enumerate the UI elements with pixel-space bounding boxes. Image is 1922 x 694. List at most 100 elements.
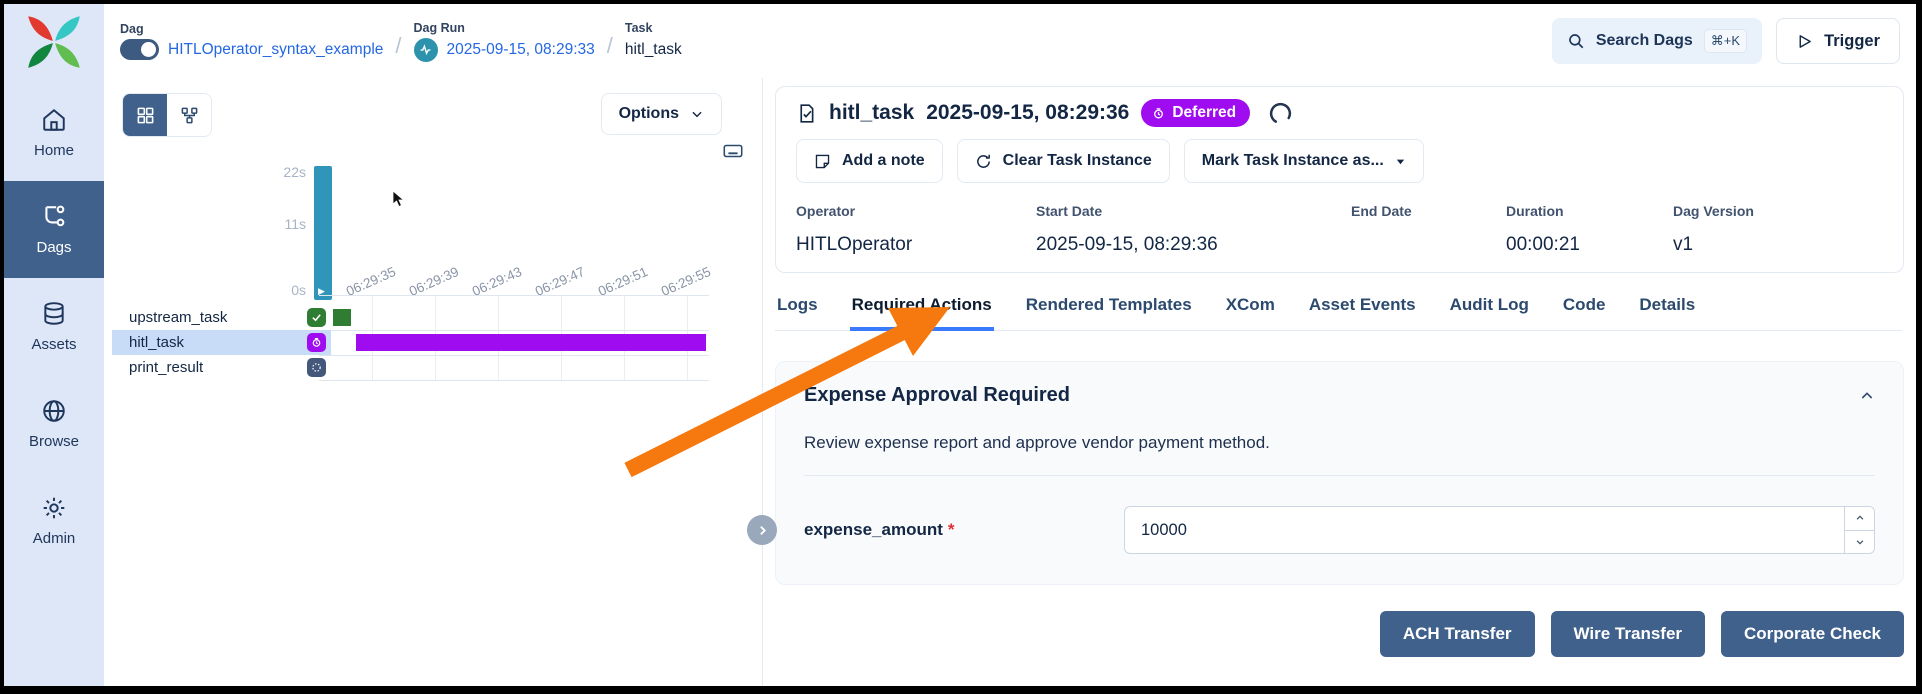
breadcrumb-dag: Dag HITLOperator_syntax_example — [120, 22, 383, 60]
meta-value-dag-version: v1 — [1673, 234, 1883, 256]
options-button[interactable]: Options — [601, 93, 722, 135]
task-doc-icon — [796, 103, 817, 124]
row-separator — [319, 380, 709, 381]
expense-amount-number-input — [1124, 506, 1875, 554]
meta-value-end-date — [1351, 234, 1506, 256]
add-note-label: Add a note — [842, 152, 925, 170]
tab-asset-events[interactable]: Asset Events — [1307, 289, 1418, 331]
required-action-description: Review expense report and approve vendor… — [804, 433, 1875, 453]
search-icon — [1567, 32, 1585, 50]
mark-task-instance-as-button[interactable]: Mark Task Instance as... — [1184, 139, 1424, 183]
task-row-label[interactable]: hitl_task — [129, 330, 184, 355]
expense-amount-field-row: expense_amount* — [804, 506, 1875, 554]
tab-rendered-templates[interactable]: Rendered Templates — [1024, 289, 1194, 331]
wire-transfer-button[interactable]: Wire Transfer — [1551, 611, 1706, 657]
shortcuts-keyboard-icon[interactable] — [722, 140, 744, 167]
required-action-choices: ACH Transfer Wire Transfer Corporate Che… — [775, 611, 1904, 657]
expense-amount-input[interactable] — [1125, 507, 1844, 553]
time-tick: 06:29:55 — [659, 264, 713, 299]
clear-task-instance-button[interactable]: Clear Task Instance — [957, 139, 1170, 183]
time-tick: 06:29:43 — [470, 264, 524, 299]
breadcrumb-separator: / — [607, 33, 613, 59]
meta-label-start-date: Start Date — [1036, 203, 1351, 219]
note-icon — [814, 153, 831, 170]
sidebar-item-dags[interactable]: Dags — [4, 181, 104, 278]
top-bar: Dag HITLOperator_syntax_example / Dag Ru… — [104, 4, 1916, 78]
row-separator — [319, 355, 709, 356]
gantt-bar-upstream-task[interactable] — [333, 309, 351, 326]
admin-icon — [41, 495, 67, 521]
task-meta: Operator HITLOperator Start Date 2025-09… — [796, 203, 1883, 256]
gantt-bar-hitl-task[interactable] — [356, 334, 706, 351]
search-dags-box[interactable]: Search Dags ⌘+K — [1552, 18, 1762, 64]
ach-transfer-button[interactable]: ACH Transfer — [1380, 611, 1535, 657]
dag-run-duration-bar[interactable]: ▶ — [314, 166, 332, 300]
meta-label-operator: Operator — [796, 203, 1036, 219]
sidebar-item-assets[interactable]: Assets — [4, 278, 104, 375]
caret-down-icon — [1395, 156, 1406, 167]
sidebar-item-browse[interactable]: Browse — [4, 375, 104, 472]
breadcrumb-dag-link[interactable]: HITLOperator_syntax_example — [168, 41, 383, 59]
divider — [804, 475, 1875, 476]
view-toggle — [122, 93, 212, 137]
play-icon — [1796, 33, 1813, 50]
task-instance-card: hitl_task 2025-09-15, 08:29:36 Deferred … — [775, 86, 1904, 273]
meta-value-duration: 00:00:21 — [1506, 234, 1673, 256]
task-row-label[interactable]: print_result — [129, 355, 203, 380]
chevron-up-icon[interactable] — [1859, 388, 1875, 404]
trigger-button[interactable]: Trigger — [1776, 18, 1900, 64]
tab-details[interactable]: Details — [1637, 289, 1697, 331]
breadcrumb-dag-run-link[interactable]: 2025-09-15, 08:29:33 — [447, 41, 595, 59]
axis-line — [319, 295, 709, 296]
time-tick: 06:29:51 — [596, 264, 650, 299]
task-state-success-icon[interactable] — [307, 308, 326, 327]
task-state-deferred-icon[interactable] — [307, 333, 326, 352]
airflow-pinwheel-icon — [26, 14, 82, 70]
panel-divider[interactable] — [762, 78, 763, 686]
task-row-label[interactable]: upstream_task — [129, 305, 227, 330]
duration-tick: 22s — [260, 164, 306, 180]
sidebar-item-admin[interactable]: Admin — [4, 472, 104, 569]
watch-icon — [1152, 107, 1165, 120]
chevron-down-icon — [690, 107, 704, 121]
stepper-decrement-button[interactable] — [1845, 530, 1874, 554]
airflow-logo[interactable] — [4, 4, 104, 84]
task-instance-panel: hitl_task 2025-09-15, 08:29:36 Deferred … — [763, 78, 1916, 686]
graph-view-icon — [180, 106, 199, 125]
tab-audit-log[interactable]: Audit Log — [1448, 289, 1531, 331]
task-instance-title: hitl_task — [829, 101, 914, 125]
task-tabs: Logs Required Actions Rendered Templates… — [775, 289, 1902, 331]
required-action-title: Expense Approval Required — [804, 384, 1070, 407]
expense-amount-label: expense_amount* — [804, 520, 1124, 540]
task-state-none-icon[interactable] — [307, 358, 326, 377]
graph-view-button[interactable] — [167, 94, 211, 136]
clear-task-instance-label: Clear Task Instance — [1003, 152, 1152, 170]
corporate-check-button[interactable]: Corporate Check — [1721, 611, 1904, 657]
browse-icon — [41, 398, 67, 424]
panel-collapse-handle[interactable] — [747, 515, 777, 545]
trigger-label: Trigger — [1824, 32, 1880, 51]
meta-value-start-date: 2025-09-15, 08:29:36 — [1036, 234, 1351, 256]
status-badge: Deferred — [1141, 99, 1250, 127]
sidebar-item-label: Admin — [33, 530, 76, 547]
tab-required-actions[interactable]: Required Actions — [850, 289, 994, 331]
refresh-icon — [975, 153, 992, 170]
app-window: Home Dags Assets Browse Admin Dag HIT — [4, 4, 1916, 686]
tab-xcom[interactable]: XCom — [1224, 289, 1277, 331]
grid-view-button[interactable] — [123, 94, 167, 136]
dag-pause-toggle[interactable] — [120, 39, 159, 60]
sidebar-item-home[interactable]: Home — [4, 84, 104, 181]
mark-task-instance-as-label: Mark Task Instance as... — [1202, 152, 1384, 170]
stepper-increment-button[interactable] — [1845, 507, 1874, 530]
run-state-icon — [414, 38, 438, 62]
tab-code[interactable]: Code — [1561, 289, 1608, 331]
add-note-button[interactable]: Add a note — [796, 139, 943, 183]
status-badge-label: Deferred — [1172, 104, 1236, 122]
time-tick: 06:29:35 — [344, 264, 398, 299]
meta-label-dag-version: Dag Version — [1673, 203, 1883, 219]
breadcrumb-task-label: Task — [625, 21, 682, 35]
breadcrumb-dag-run-label: Dag Run — [414, 21, 595, 35]
tab-logs[interactable]: Logs — [775, 289, 820, 331]
options-label: Options — [619, 105, 679, 123]
chevron-down-icon — [1855, 537, 1865, 547]
